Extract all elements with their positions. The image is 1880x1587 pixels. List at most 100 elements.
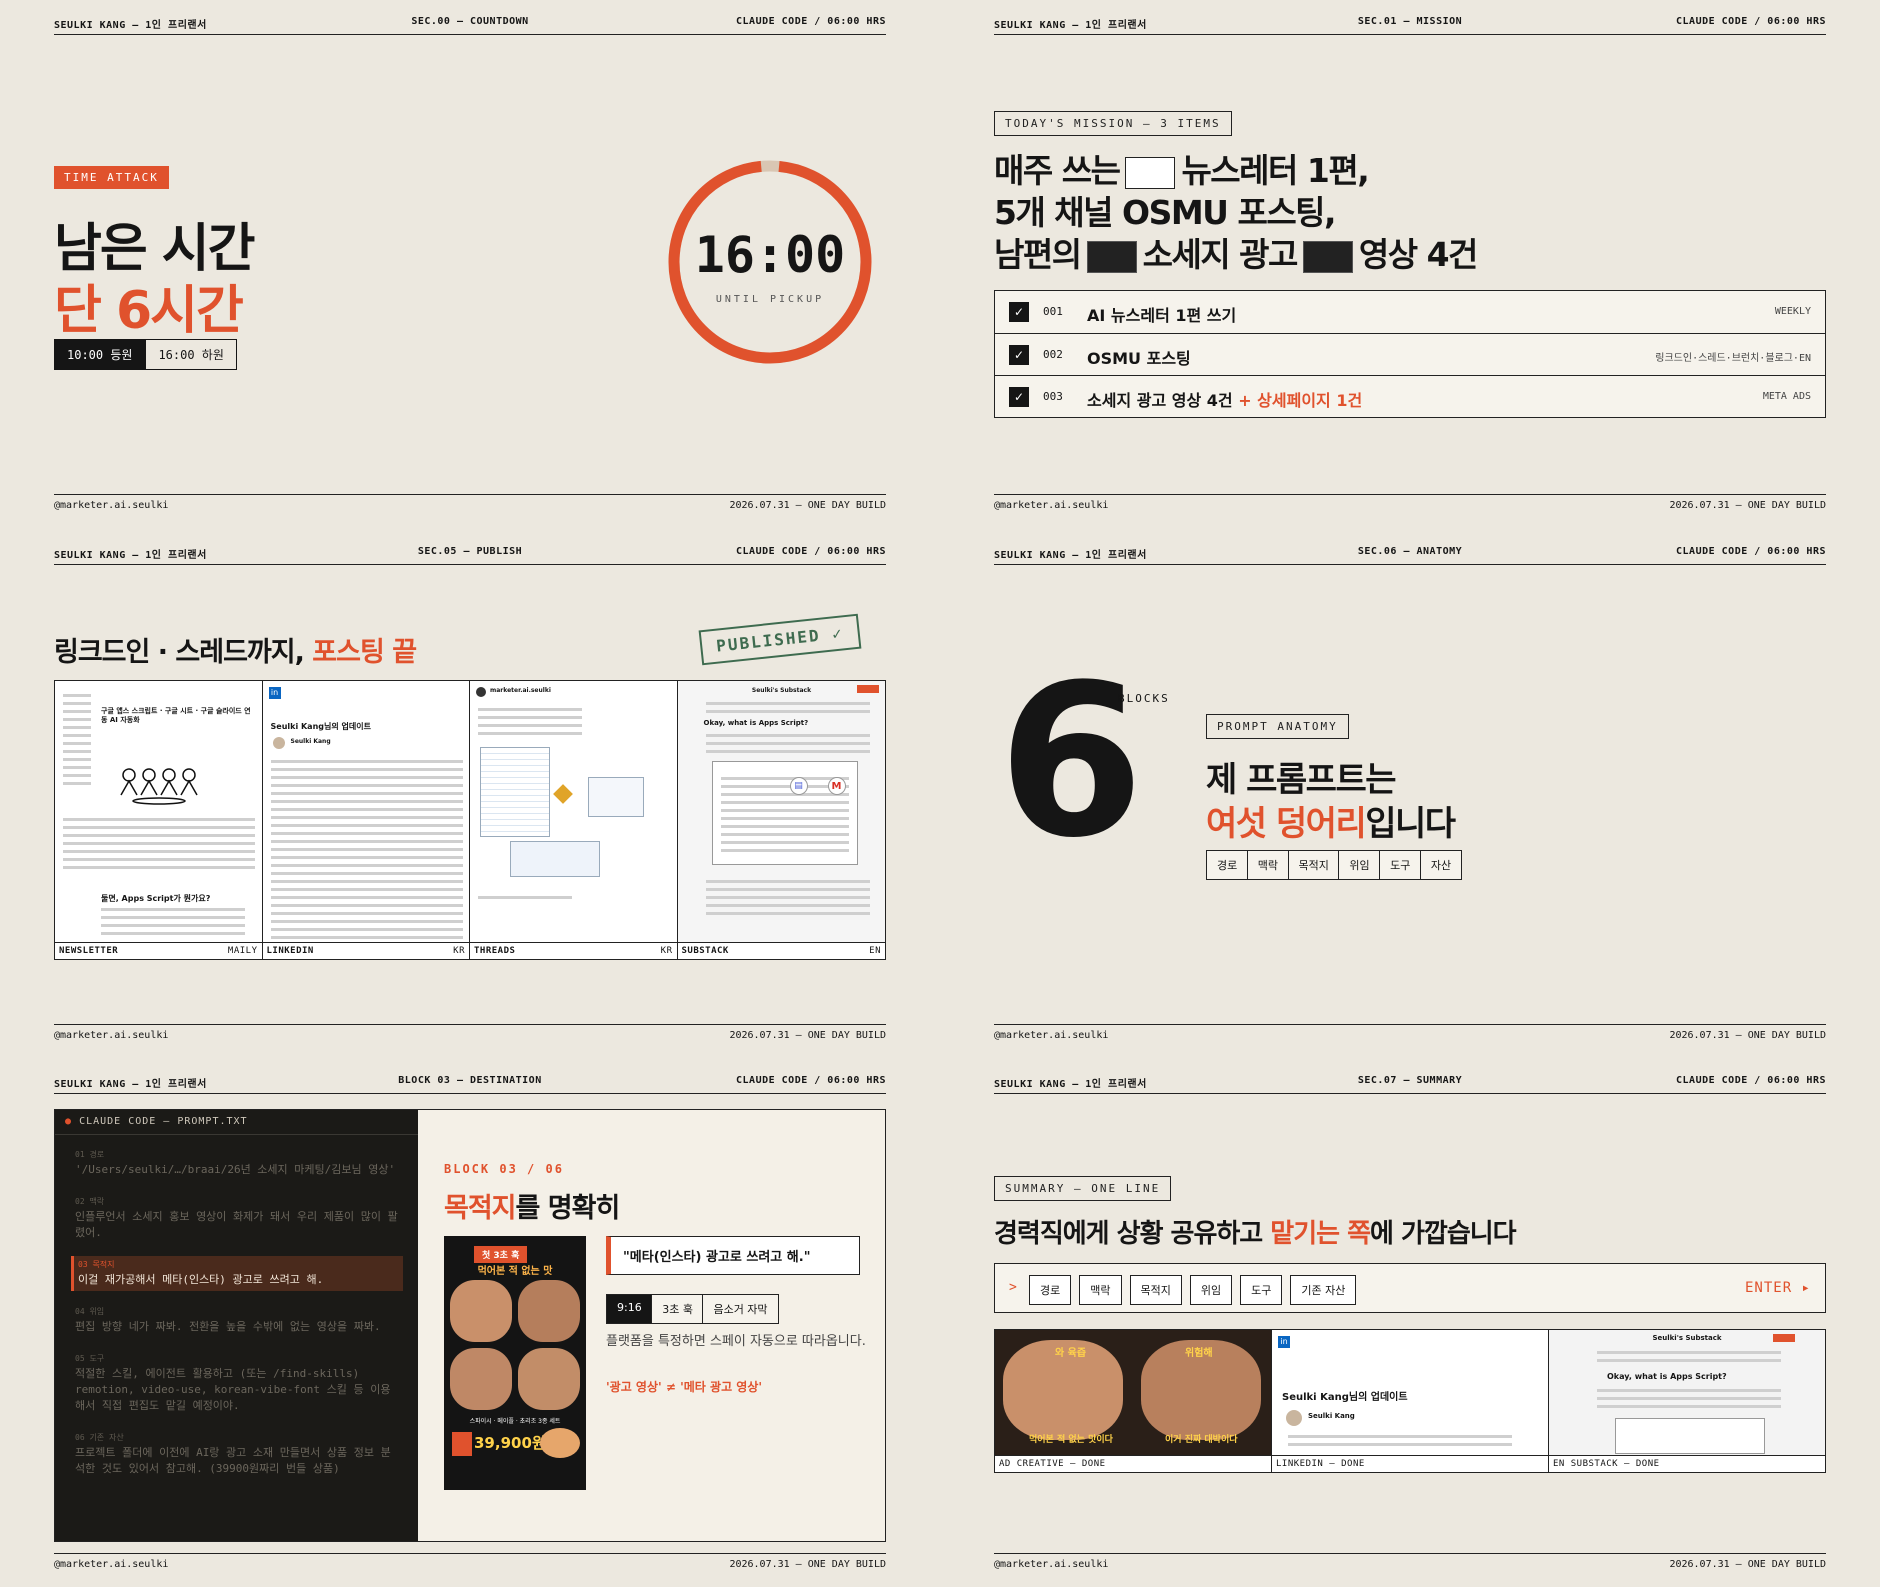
result-card-ad[interactable]: 와 육즙 위험해 먹어본 적 없는 맛이다 이거 진짜 대박이다 AD CREA… [995,1330,1272,1472]
linkedin-icon: in [268,687,281,699]
terminal-title: ● CLAUDE CODE — PROMPT.TXT [65,1116,248,1127]
channel-grid: 구글 앱스 스크립트 · 구글 시트 · 구글 슬라이드 연동 AI 자동화 둘… [54,680,886,960]
panel-header: SEULKI KANG — 1인 프리랜서 SEC.01 — MISSION C… [994,14,1826,31]
linkedin-icon: in [1278,1336,1290,1348]
time-attack-tag: TIME ATTACK [54,166,169,189]
summary-results: 와 육즙 위험해 먹어본 적 없는 맛이다 이거 진짜 대박이다 AD CREA… [994,1329,1826,1473]
prompt-line-text: 적절한 스킬, 에이전트 활용하고 (또는 /find-skills) remo… [75,1367,391,1412]
prompt-line-text: 편집 방향 네가 짜봐. 전환을 높을 수밖에 없는 영상을 짜봐. [75,1320,381,1333]
countdown-time: 16:00 [694,226,846,284]
publish-title: 링크드인 · 스레드까지, 포스팅 끝 [54,637,417,668]
footer-handle: @marketer.ai.seulki [54,1559,169,1570]
prompt-line: 01 경로 '/Users/seulki/…/braai/26년 소세지 마케팅/… [71,1146,403,1181]
channel-caption: NEWSLETTER MAILY [55,942,262,959]
summary-tag: SUMMARY — ONE LINE [994,1176,1172,1201]
mission-tag: TODAY'S MISSION — 3 ITEMS [994,111,1232,136]
mission-item[interactable]: ✓ 001 AI 뉴스레터 1편 쓰기 WEEKLY [995,291,1825,333]
time-range: 10:00 등원 16:00 하원 [54,339,237,370]
footer-date: 2026.07.31 — ONE DAY BUILD [1669,500,1826,511]
start-time: 10:00 등원 [54,339,146,370]
apps-script-icon [553,784,573,804]
result-card-linkedin[interactable]: in Seulki Kang님의 업데이트 Seulki Kang LINKED… [1272,1330,1549,1472]
husband-thumbnail [1086,240,1137,273]
footer-date: 2026.07.31 — ONE DAY BUILD [729,500,886,511]
result-caption: EN SUBSTACK — DONE [1549,1455,1825,1472]
ad-creative-preview: 첫 3초 훅 먹어본 적 없는 맛 스파이시 · 메이플 · 초리조 3종 세트… [444,1236,586,1490]
panel-publish: SEULKI KANG — 1인 프리랜서 SEC.05 — PUBLISH C… [54,544,886,1044]
prompt-line-label: 06 기존 자산 [75,1433,124,1442]
mission-list: ✓ 001 AI 뉴스레터 1편 쓰기 WEEKLY ✓ 002 OSMU 포스팅 링크드… [994,290,1826,418]
enter-button[interactable]: ENTER ▸ [1745,1280,1811,1296]
avatar [272,737,285,749]
panel-footer: @marketer.ai.seulki 2026.07.31 — ONE DAY… [994,1559,1826,1570]
prompt-line-label: 01 경로 [75,1150,105,1159]
terminal-dot-icon: ● [65,1116,73,1127]
panel-header: SEULKI KANG — 1인 프리랜서 BLOCK 03 — DESTINA… [54,1073,886,1090]
subscribe-button [857,685,879,693]
destination-quote: "메타(인스타) 광고로 쓰려고 해." [606,1236,860,1275]
header-right: CLAUDE CODE / 06:00 HRS [1676,16,1826,27]
prompt-line: 06 기존 자산 프로젝트 폴더에 이전에 AI랑 광고 소재 만들면서 상품 정… [71,1429,403,1480]
summary-prompt-bar[interactable]: > 경로 맥락 목적지 위임 도구 기존 자산 ENTER ▸ [994,1263,1826,1313]
channel-card-linkedin[interactable]: in Seulki Kang님의 업데이트 Seulki Kang LINKED… [262,681,470,959]
anatomy-chip: 목적지 [1287,850,1340,880]
prompt-terminal[interactable]: ● CLAUDE CODE — PROMPT.TXT 01 경로 '/Users/… [55,1110,418,1541]
gmail-icon: M [827,777,846,795]
result-card-substack[interactable]: Seulki's Substack Okay, what is Apps Scr… [1549,1330,1825,1472]
mission-item-number: 001 [1043,305,1063,318]
badge-icon [452,1432,472,1456]
summary-chip: 도구 [1240,1275,1283,1305]
subscribe-button [1773,1334,1795,1342]
panel-header: SEULKI KANG — 1인 프리랜서 SEC.06 — ANATOMY C… [994,544,1826,561]
checkbox-checked-icon[interactable]: ✓ [1009,345,1029,365]
mission-item[interactable]: ✓ 003 소세지 광고 영상 4건 + 상세페이지 1건 META ADS [995,375,1825,417]
destination-detail: BLOCK 03 / 06 목적지를 명확히 첫 3초 훅 먹어본 적 없는 맛… [418,1110,885,1541]
anatomy-tag: PROMPT ANATOMY [1206,714,1349,739]
checkbox-checked-icon[interactable]: ✓ [1009,387,1029,407]
anatomy-chips: 경로 맥락 목적지 위임 도구 자산 [1206,850,1463,880]
prompt-line: 02 맥락 인플루언서 소세지 홍보 영상이 화제가 돼서 우리 제품이 많이 팔… [71,1193,403,1244]
footer-handle: @marketer.ai.seulki [994,500,1109,511]
anatomy-chip: 자산 [1419,850,1463,880]
header-right: CLAUDE CODE / 06:00 HRS [736,1075,886,1086]
footer-date: 2026.07.31 — ONE DAY BUILD [1669,1559,1826,1570]
channel-caption: SUBSTACK EN [677,942,885,959]
prompt-line-text: 이걸 재가공해서 메타(인스타) 광고로 쓰려고 해. [78,1273,324,1286]
big-number: 6 [998,639,1144,884]
panel-header: SEULKI KANG — 1인 프리랜서 SEC.05 — PUBLISH C… [54,544,886,561]
panel-footer: @marketer.ai.seulki 2026.07.31 — ONE DAY… [994,500,1826,511]
ad-price: 39,900원 [474,1434,546,1452]
prompt-line-label: 05 도구 [75,1354,105,1363]
panel-mission: SEULKI KANG — 1인 프리랜서 SEC.01 — MISSION C… [994,14,1826,514]
mission-item[interactable]: ✓ 002 OSMU 포스팅 링크드인·스레드·브런치·블로그·EN [995,333,1825,375]
face-image [450,1280,512,1342]
header-right: CLAUDE CODE / 06:00 HRS [736,16,886,27]
channel-card-threads[interactable]: marketer.ai.seulki THREADS KR [470,681,678,959]
illustration-icon [120,768,198,805]
spec-chips: 9:16 3초 훅 음소거 자막 [606,1294,779,1324]
footer-date: 2026.07.31 — ONE DAY BUILD [1669,1030,1826,1041]
channel-card-substack[interactable]: Seulki's Substack Okay, what is Apps Scr… [677,681,885,959]
footer-date: 2026.07.31 — ONE DAY BUILD [729,1030,886,1041]
diagram-thumbnail [510,841,600,877]
header-right: CLAUDE CODE / 06:00 HRS [1676,1075,1826,1086]
panel-footer: @marketer.ai.seulki 2026.07.31 — ONE DAY… [54,500,886,511]
checkbox-checked-icon[interactable]: ✓ [1009,302,1029,322]
mission-headline: 매주 쓰는 뉴스레터 1편, 5개 채널 OSMU 포스팅, 남편의 소세지 광고 영… [994,151,1478,274]
channel-card-newsletter[interactable]: 구글 앱스 스크립트 · 구글 시트 · 구글 슬라이드 연동 AI 자동화 둘… [55,681,263,959]
prompt-line: 03 목적지 이걸 재가공해서 메타(인스타) 광고로 쓰려고 해. [71,1256,403,1291]
footer-handle: @marketer.ai.seulki [994,1559,1109,1570]
channel-caption: THREADS KR [470,942,677,959]
docs-icon: ▤ [789,777,808,795]
summary-chip: 기존 자산 [1290,1275,1357,1305]
footer-handle: @marketer.ai.seulki [54,500,169,511]
face-image [450,1348,512,1410]
footer-date: 2026.07.31 — ONE DAY BUILD [729,1559,886,1570]
panel-footer: @marketer.ai.seulki 2026.07.31 — ONE DAY… [54,1559,886,1570]
header-right: CLAUDE CODE / 06:00 HRS [736,546,886,557]
summary-title: 경력직에게 상황 공유하고 맡기는 쪽에 가깝습니다 [994,1219,1517,1249]
channel-caption: LINKEDIN KR [262,942,469,959]
mission-item-meta: META ADS [1762,391,1811,402]
mission-item-meta: 링크드인·스레드·브런치·블로그·EN [1655,353,1811,364]
mission-item-number: 003 [1043,390,1063,403]
